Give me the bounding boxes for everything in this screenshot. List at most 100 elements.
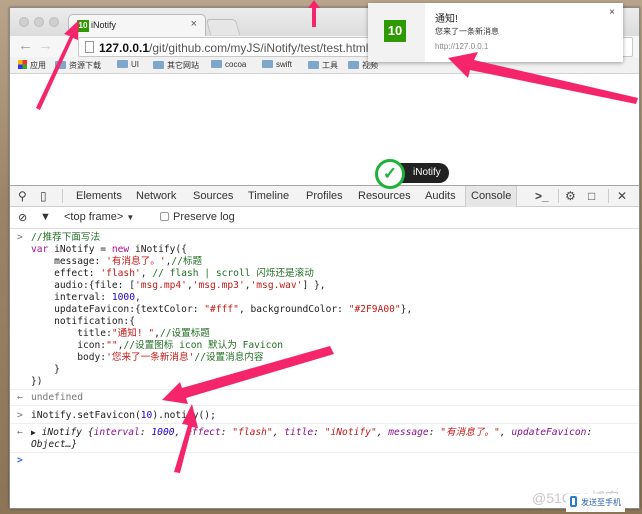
url-text[interactable]: 127.0.0.1/git/github.com/myJS/iNotify/te…: [99, 41, 368, 55]
frame-label: <top frame>: [64, 211, 124, 223]
notification-icon-area: 10: [368, 3, 425, 62]
code: iNotify =: [48, 244, 112, 255]
number: 1000: [111, 292, 135, 303]
back-arrow-icon[interactable]: ←: [18, 37, 33, 54]
device-mode-icon[interactable]: ▯: [40, 189, 47, 203]
folder-icon: [348, 61, 359, 69]
zoom-window-button[interactable]: [49, 17, 59, 27]
send-to-phone-label: 发送至手机: [581, 498, 621, 507]
devtools-tab-bar: ⚲ ▯ Elements Network Sources Timeline Pr…: [10, 186, 639, 207]
preserve-log-checkbox[interactable]: Preserve log: [160, 211, 235, 223]
code: notification:{: [31, 316, 135, 327]
notification-body: 您来了一条新消息: [435, 27, 499, 36]
divider: [10, 452, 639, 453]
result-object-tail: Object…}: [31, 439, 78, 450]
bookmark-folder[interactable]: 其它网站: [153, 60, 199, 71]
page-content: [10, 75, 639, 185]
clear-console-icon[interactable]: ⊘: [18, 211, 27, 224]
new-tab-button[interactable]: [205, 19, 241, 35]
code-line: body:'您来了一条新消息'//设置消息内容: [31, 352, 263, 364]
code: },: [400, 304, 413, 315]
folder-icon: [55, 61, 66, 69]
result-undefined: undefined: [31, 392, 83, 403]
apps-grid-icon: [18, 60, 27, 69]
browser-tab[interactable]: 10 iNotify ×: [68, 14, 206, 37]
dropdown-arrow-icon: ▼: [126, 213, 135, 222]
number: 10: [140, 410, 153, 421]
comment: //设置标题: [159, 328, 210, 339]
tab-title: iNotify: [91, 20, 117, 30]
divider: [608, 189, 609, 203]
code-line: icon:"",//设置图标 icon 默认为 Favicon: [31, 340, 283, 352]
close-window-button[interactable]: [19, 17, 29, 27]
minimize-window-button[interactable]: [34, 17, 44, 27]
dock-icon[interactable]: □: [588, 189, 595, 203]
bookmark-folder[interactable]: UI: [117, 60, 139, 69]
property: interval: [93, 427, 140, 438]
code-line: updateFavicon:{textColor: "#fff", backgr…: [31, 304, 412, 316]
gear-icon[interactable]: ⚙: [565, 189, 576, 203]
bookmark-label: 应用: [30, 61, 46, 70]
bookmark-folder[interactable]: 工具: [308, 60, 338, 71]
expand-triangle-icon[interactable]: ▶: [31, 428, 36, 437]
bookmark-label: 视频: [362, 61, 378, 70]
tab-network[interactable]: Network: [136, 190, 176, 202]
bookmark-label: UI: [131, 60, 139, 69]
code: body:: [31, 352, 107, 363]
input-prompt-icon: >: [17, 410, 23, 421]
keyword: var: [31, 244, 49, 255]
string: "#fff": [204, 304, 239, 315]
object-name: iNotify: [41, 427, 83, 438]
bookmark-label: cocoa: [225, 60, 247, 69]
tab-close-icon[interactable]: ×: [191, 18, 197, 30]
desktop-notification[interactable]: 10 通知! 您来了一条新消息 http://127.0.0.1 ×: [368, 3, 623, 62]
bookmark-folder[interactable]: cocoa: [211, 60, 246, 69]
console-input-prompt[interactable]: >: [17, 455, 23, 467]
code: ] },: [302, 280, 326, 291]
console-drawer-icon[interactable]: >_: [535, 189, 549, 203]
output-arrow-icon: ←: [17, 392, 23, 403]
output-arrow-icon: ←: [17, 427, 23, 438]
property: title: [284, 427, 314, 438]
tab-console[interactable]: Console: [465, 186, 518, 207]
frame-selector[interactable]: <top frame> ▼: [64, 211, 134, 223]
bookmark-apps[interactable]: 应用: [18, 60, 46, 71]
comment: // flash | scroll 闪烁还是滚动: [152, 268, 314, 279]
string: 'msg.wav': [250, 280, 303, 291]
tab-profiles[interactable]: Profiles: [306, 190, 343, 202]
tab-resources[interactable]: Resources: [358, 190, 411, 202]
tab-audits[interactable]: Audits: [425, 190, 456, 202]
result-object[interactable]: ▶ iNotify {interval: 1000, effect: "flas…: [31, 427, 592, 439]
notification-close-icon[interactable]: ×: [609, 7, 615, 18]
divider: [558, 189, 559, 203]
forward-arrow-icon[interactable]: →: [38, 37, 53, 54]
bookmark-label: 工具: [322, 61, 338, 70]
tab-elements[interactable]: Elements: [76, 190, 122, 202]
folder-icon: [262, 60, 273, 68]
code-line: var iNotify = new iNotify({: [31, 244, 187, 256]
divider: [10, 405, 639, 406]
url-path: /git/github.com/myJS/iNotify/test/test.h…: [149, 41, 369, 55]
notification-badge-icon: 10: [384, 20, 406, 42]
code: icon:: [31, 340, 107, 351]
string: 'msg.mp3': [192, 280, 245, 291]
tab-timeline[interactable]: Timeline: [248, 190, 289, 202]
folder-icon: [308, 61, 319, 69]
send-to-phone-button[interactable]: 发送至手机: [566, 494, 625, 512]
code-line: //推荐下面写法: [31, 232, 100, 244]
code-line: notification:{: [31, 316, 135, 328]
search-icon[interactable]: ⚲: [18, 189, 27, 203]
tab-sources[interactable]: Sources: [193, 190, 233, 202]
toast-label: iNotify: [399, 163, 449, 183]
comment: //推荐下面写法: [31, 232, 101, 243]
number: 1000: [151, 427, 175, 438]
property: effect: [186, 427, 221, 438]
filter-icon[interactable]: ▼: [40, 211, 51, 223]
folder-icon: [153, 61, 164, 69]
close-icon[interactable]: ✕: [617, 189, 627, 203]
devtools-panel: ⚲ ▯ Elements Network Sources Timeline Pr…: [10, 185, 639, 508]
bookmark-folder[interactable]: 资源下载: [55, 60, 101, 71]
notification-origin: http://127.0.0.1: [435, 42, 489, 51]
folder-icon: [211, 60, 222, 68]
bookmark-folder[interactable]: swift: [262, 60, 292, 69]
